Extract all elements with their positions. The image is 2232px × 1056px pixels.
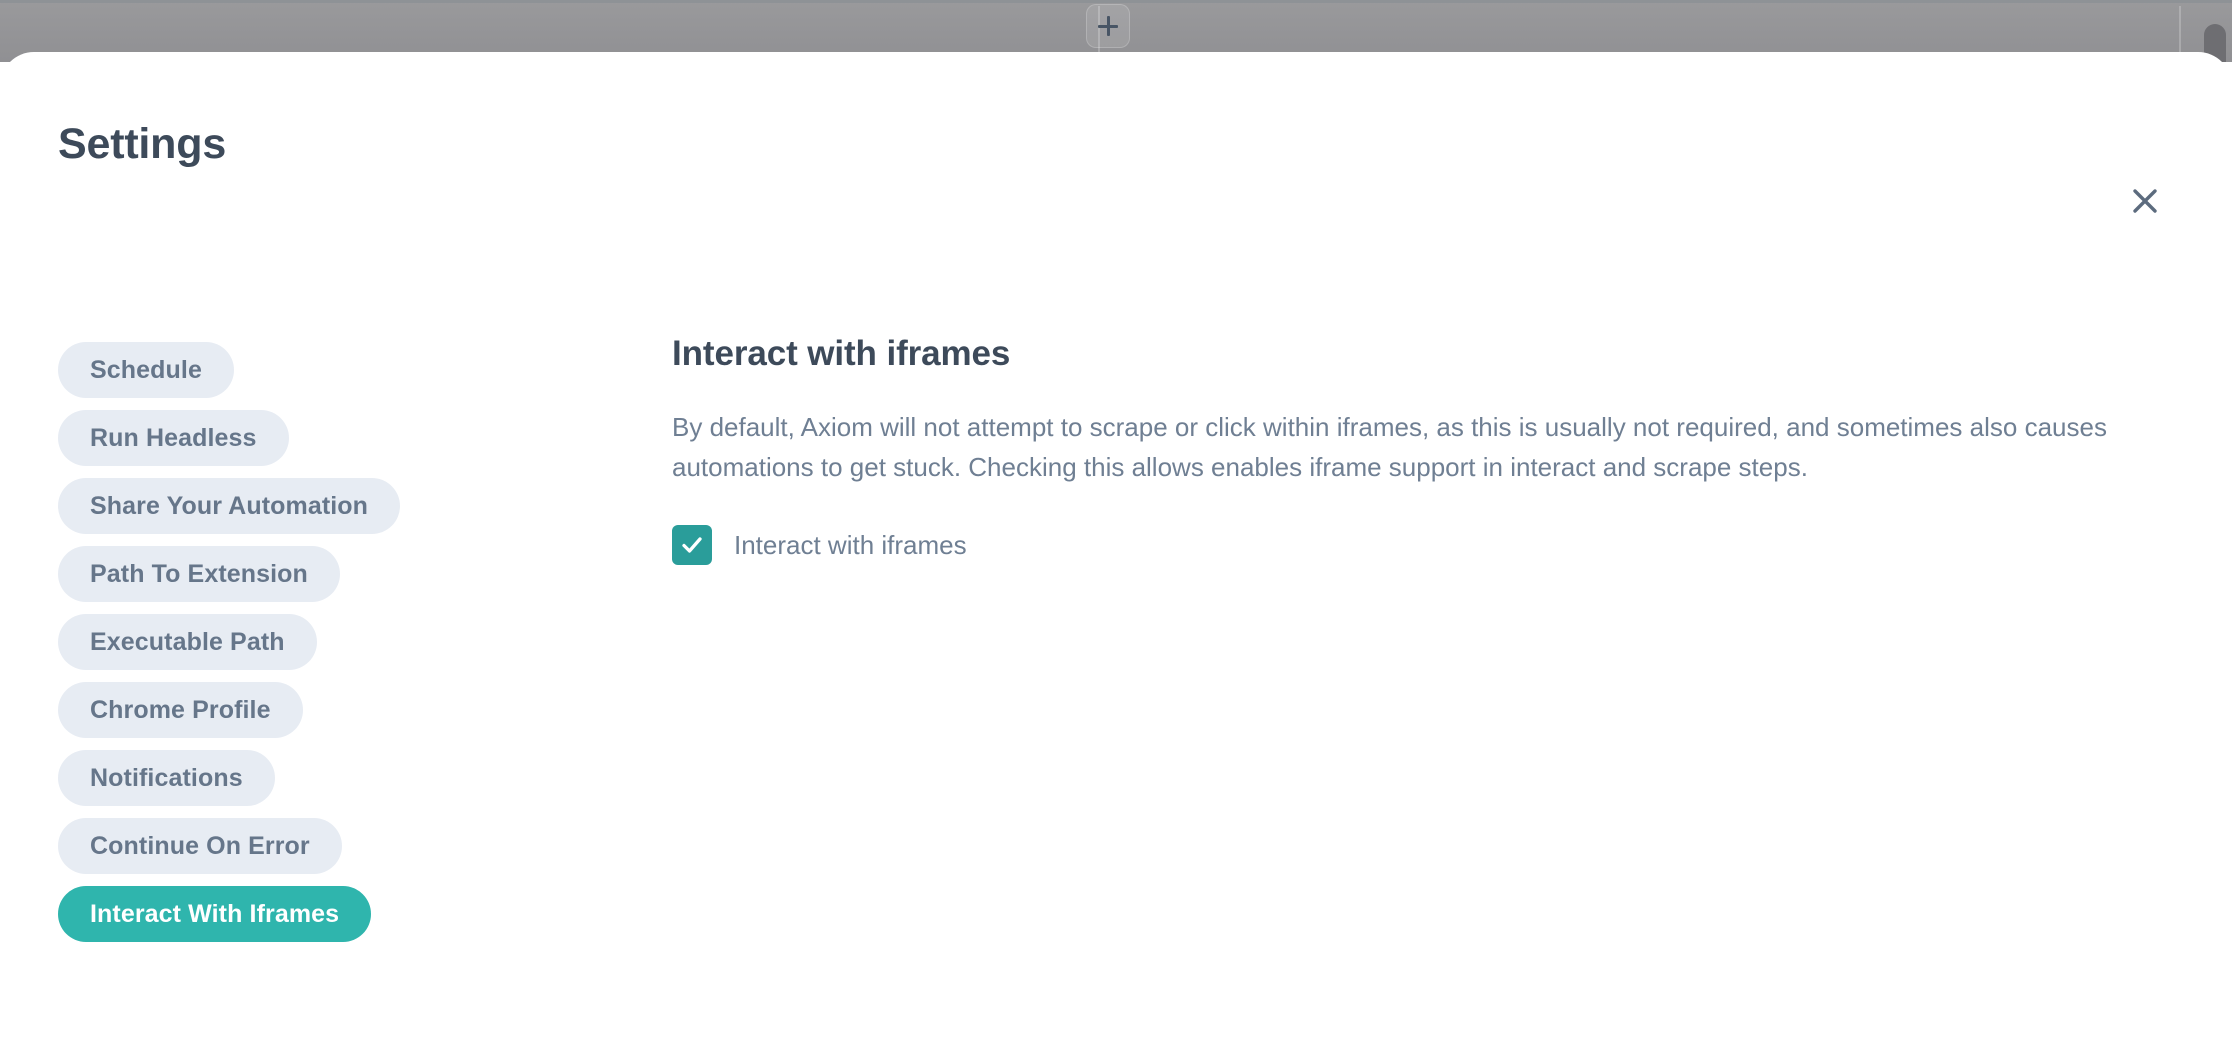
sidebar-item-label: Executable Path (90, 628, 285, 657)
sidebar-item-schedule[interactable]: Schedule (58, 342, 234, 398)
sidebar-item-share-your-automation[interactable]: Share Your Automation (58, 478, 400, 534)
checkmark-icon (679, 532, 705, 558)
sidebar-item-label: Notifications (90, 764, 243, 793)
modal-body: Schedule Run Headless Share Your Automat… (0, 202, 2232, 1056)
new-tab-button[interactable] (1086, 4, 1130, 48)
content-description: By default, Axiom will not attempt to sc… (672, 408, 2142, 487)
modal-header: Settings (0, 52, 2232, 202)
sidebar-item-label: Continue On Error (90, 832, 310, 861)
sidebar-item-label: Interact With Iframes (90, 900, 339, 929)
sidebar-item-interact-with-iframes[interactable]: Interact With Iframes (58, 886, 371, 942)
sidebar-item-continue-on-error[interactable]: Continue On Error (58, 818, 342, 874)
interact-with-iframes-checkbox-row[interactable]: Interact with iframes (672, 525, 2162, 565)
settings-content-panel: Interact with iframes By default, Axiom … (672, 334, 2162, 565)
sidebar-item-chrome-profile[interactable]: Chrome Profile (58, 682, 303, 738)
settings-sidebar: Schedule Run Headless Share Your Automat… (58, 342, 618, 942)
plus-icon (1098, 16, 1118, 36)
interact-with-iframes-checkbox[interactable] (672, 525, 712, 565)
sidebar-item-path-to-extension[interactable]: Path To Extension (58, 546, 340, 602)
page-title: Settings (58, 120, 226, 169)
sidebar-item-run-headless[interactable]: Run Headless (58, 410, 289, 466)
sidebar-item-executable-path[interactable]: Executable Path (58, 614, 317, 670)
sidebar-item-label: Run Headless (90, 424, 257, 453)
interact-with-iframes-checkbox-label: Interact with iframes (734, 530, 967, 561)
content-heading: Interact with iframes (672, 334, 2162, 374)
sidebar-item-notifications[interactable]: Notifications (58, 750, 275, 806)
sidebar-item-label: Schedule (90, 356, 202, 385)
sidebar-item-label: Chrome Profile (90, 696, 271, 725)
sidebar-item-label: Share Your Automation (90, 492, 368, 521)
chrome-top-divider (0, 0, 2232, 3)
sidebar-item-label: Path To Extension (90, 560, 308, 589)
settings-modal: Settings Schedule Run Headless Share You… (0, 52, 2232, 1056)
